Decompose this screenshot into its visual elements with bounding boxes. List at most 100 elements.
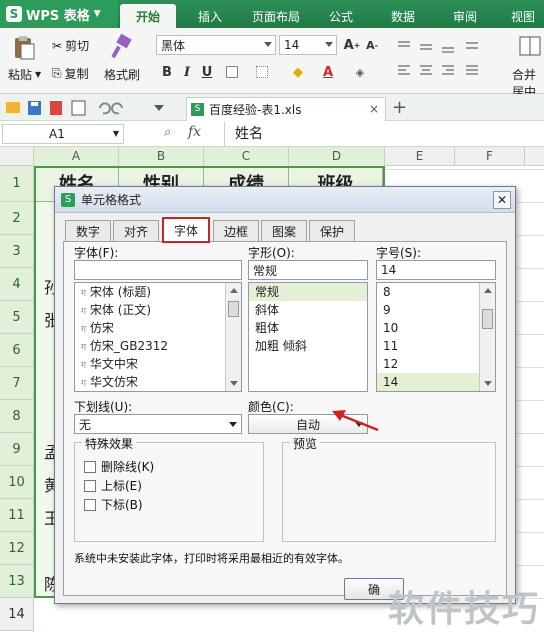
font-list-item[interactable]: ग 华文中宋: [75, 355, 241, 373]
column-header-c[interactable]: C: [204, 147, 289, 166]
select-all-corner[interactable]: [0, 147, 34, 166]
font-list-item[interactable]: ग 华文仿宋: [75, 373, 241, 391]
tab-page-layout[interactable]: 页面布局: [244, 4, 308, 28]
font-list-item[interactable]: ग 宋体 (标题): [75, 283, 241, 301]
font-item-label: 仿宋: [89, 321, 114, 335]
size-list-item[interactable]: 11: [377, 337, 495, 355]
bold-icon[interactable]: B: [157, 62, 177, 82]
tab-home[interactable]: 开始: [120, 4, 176, 28]
tab-pattern[interactable]: 图案: [261, 220, 307, 241]
row-header-8[interactable]: 8: [0, 400, 34, 433]
tab-data[interactable]: 数据: [380, 4, 426, 28]
style-input[interactable]: 常规: [248, 260, 368, 280]
size-list-item[interactable]: 10: [377, 319, 495, 337]
font-list-item[interactable]: ग 仿宋: [75, 319, 241, 337]
font-input[interactable]: [74, 260, 242, 280]
row-header-10[interactable]: 10: [0, 466, 34, 499]
tab-protection[interactable]: 保护: [309, 220, 355, 241]
dialog-titlebar[interactable]: S 单元格格式 ✕: [55, 187, 515, 213]
row-header-6[interactable]: 6: [0, 334, 34, 367]
tab-border[interactable]: 边框: [213, 220, 259, 241]
name-box[interactable]: A1 ▼: [2, 124, 124, 144]
style-list-item[interactable]: 粗体: [249, 319, 367, 337]
font-list-item[interactable]: ग 宋体 (正文): [75, 301, 241, 319]
grow-font-icon[interactable]: A +: [342, 35, 362, 55]
row-header-14[interactable]: 14: [0, 598, 34, 631]
style-list-item[interactable]: 斜体: [249, 301, 367, 319]
font-item-label: 宋体 (正文): [89, 303, 152, 317]
copy-button[interactable]: ⎘ 复制: [52, 65, 89, 82]
strikethrough-option[interactable]: 删除线(K): [84, 458, 154, 475]
paste-button[interactable]: 粘贴 ▼: [8, 66, 41, 83]
font-name-combo[interactable]: 黑体: [156, 35, 276, 55]
border-icon[interactable]: [222, 62, 242, 82]
shrink-font-icon[interactable]: A-: [362, 35, 382, 55]
row-header-12[interactable]: 12: [0, 532, 34, 565]
row-header-11[interactable]: 11: [0, 499, 34, 532]
subscript-checkbox[interactable]: [84, 498, 96, 511]
tab-number[interactable]: 数字: [65, 220, 111, 241]
row-header-5[interactable]: 5: [0, 301, 34, 334]
column-header-e[interactable]: E: [385, 147, 455, 166]
font-list[interactable]: ग 宋体 (标题) ग 宋体 (正文) ग 仿宋 ग 仿宋_GB2312 ग 华…: [74, 282, 242, 392]
row-header-1[interactable]: 1: [0, 166, 34, 202]
color-label: 颜色(C):: [248, 400, 294, 414]
tab-insert[interactable]: 插入: [185, 4, 235, 28]
close-icon[interactable]: ×: [369, 102, 379, 116]
tab-review[interactable]: 审阅: [442, 4, 488, 28]
column-header-b[interactable]: B: [119, 147, 204, 166]
tab-formula[interactable]: 公式: [318, 4, 364, 28]
row-header-4[interactable]: 4: [0, 268, 34, 301]
font-list-item[interactable]: ग 仿宋_GB2312: [75, 337, 241, 355]
row-header-13[interactable]: 13: [0, 565, 34, 598]
close-icon[interactable]: ✕: [493, 191, 511, 209]
quick-access-icons: [4, 99, 174, 117]
new-tab-plus-icon[interactable]: +: [392, 97, 407, 118]
clear-format-icon[interactable]: ◈: [350, 62, 370, 82]
superscript-checkbox[interactable]: [84, 479, 96, 492]
size-list-item[interactable]: 12: [377, 355, 495, 373]
document-tab[interactable]: S 百度经验-表1.xls ×: [186, 97, 386, 121]
size-list-item[interactable]: 8: [377, 283, 495, 301]
paste-icon[interactable]: [12, 34, 36, 60]
font-size-combo[interactable]: 14: [279, 35, 337, 55]
cell-style-icon[interactable]: [252, 62, 272, 82]
size-list[interactable]: 8 9 10 11 12 14: [376, 282, 496, 392]
tab-view[interactable]: 视图: [502, 4, 544, 28]
superscript-option[interactable]: 上标(E): [84, 477, 142, 494]
column-header-f[interactable]: F: [455, 147, 525, 166]
zoom-search-icon[interactable]: ⌕: [164, 125, 171, 140]
size-list-item[interactable]: 14: [377, 373, 495, 391]
row-header-2[interactable]: 2: [0, 202, 34, 235]
formula-input[interactable]: 姓名: [224, 122, 544, 146]
wps-app-button[interactable]: S WPS 表格 ▼: [0, 0, 118, 28]
size-list-item[interactable]: 9: [377, 301, 495, 319]
underline-dropdown[interactable]: 无: [74, 414, 242, 434]
size-input[interactable]: 14: [376, 260, 496, 280]
column-header-d[interactable]: D: [289, 147, 385, 166]
font-tab-pane: 字体(F): ग 宋体 (标题) ग 宋体 (正文) ग 仿宋 ग 仿宋_GB2…: [63, 241, 507, 596]
size-list-scrollbar[interactable]: [479, 283, 495, 391]
font-list-scrollbar[interactable]: [225, 283, 241, 391]
font-color-icon[interactable]: A: [318, 62, 338, 82]
cut-button[interactable]: ✂ 剪切: [52, 37, 89, 54]
underline-icon[interactable]: U: [197, 62, 217, 82]
fill-color-icon[interactable]: ◆: [288, 62, 308, 82]
style-list[interactable]: 常规 斜体 粗体 加粗 倾斜: [248, 282, 368, 392]
row-header-3[interactable]: 3: [0, 235, 34, 268]
merge-icon[interactable]: [518, 34, 542, 58]
column-header-a[interactable]: A: [34, 147, 119, 166]
tab-alignment[interactable]: 对齐: [113, 220, 159, 241]
fx-icon[interactable]: fx: [188, 124, 201, 140]
tab-font[interactable]: 字体: [162, 217, 210, 243]
strikethrough-checkbox[interactable]: [84, 460, 96, 473]
subscript-option[interactable]: 下标(B): [84, 496, 143, 513]
format-painter-icon[interactable]: [110, 33, 134, 60]
row-header-7[interactable]: 7: [0, 367, 34, 400]
row-header-9[interactable]: 9: [0, 433, 34, 466]
style-list-item[interactable]: 常规: [249, 283, 367, 301]
italic-icon[interactable]: I: [177, 62, 197, 82]
format-painter-button[interactable]: 格式刷: [104, 66, 140, 83]
document-tab-label: 百度经验-表1.xls: [209, 103, 302, 117]
style-list-item[interactable]: 加粗 倾斜: [249, 337, 367, 355]
